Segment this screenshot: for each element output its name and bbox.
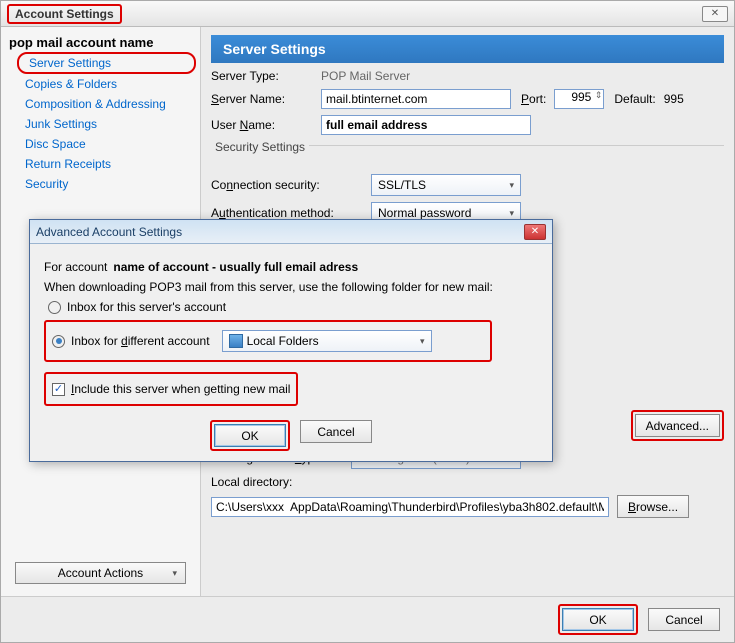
server-name-label: Server Name:	[211, 92, 321, 106]
security-settings-group: Security Settings Connection security: S…	[211, 145, 724, 230]
main-footer: OK Cancel	[1, 596, 734, 642]
include-server-label: Include this server when getting new mai…	[71, 382, 290, 396]
sidebar-item-copies-folders[interactable]: Copies & Folders	[5, 74, 196, 94]
advanced-account-settings-dialog: Advanced Account Settings ✕ For account …	[29, 219, 553, 462]
dialog-title-bar: Advanced Account Settings ✕	[30, 220, 552, 244]
account-actions-button[interactable]: Account Actions	[15, 562, 186, 584]
account-actions-label: Account Actions	[58, 566, 143, 580]
window-title: Account Settings	[7, 4, 122, 24]
main-ok-button[interactable]: OK	[562, 608, 634, 631]
radio-inbox-server[interactable]	[48, 301, 61, 314]
default-port-label: Default:	[614, 92, 655, 106]
auth-method-label: Authentication method:	[211, 206, 371, 220]
port-label: Port:	[521, 92, 546, 106]
dialog-ok-button[interactable]: OK	[214, 424, 286, 447]
radio-inbox-server-label: Inbox for this server's account	[67, 300, 226, 314]
include-server-highlight: Include this server when getting new mai…	[44, 372, 298, 406]
connection-security-combo[interactable]: SSL/TLS	[371, 174, 521, 196]
radio-inbox-other-label: Inbox for different account	[71, 334, 210, 348]
port-input[interactable]: 995	[554, 89, 604, 109]
main-ok-highlight: OK	[558, 604, 638, 635]
user-name-label: User Name:	[211, 118, 321, 132]
panel-header: Server Settings	[211, 35, 724, 63]
server-type-label: Server Type:	[211, 69, 321, 83]
dialog-close-icon[interactable]: ✕	[524, 224, 546, 240]
radio-inbox-other[interactable]	[52, 335, 65, 348]
sidebar-item-composition[interactable]: Composition & Addressing	[5, 94, 196, 114]
local-folders-icon	[229, 334, 243, 348]
radio-inbox-server-row[interactable]: Inbox for this server's account	[44, 298, 538, 316]
include-server-row[interactable]: Include this server when getting new mai…	[48, 380, 294, 398]
sidebar-item-disc-space[interactable]: Disc Space	[5, 134, 196, 154]
title-bar: Account Settings ✕	[1, 1, 734, 27]
sidebar-item-return-receipts[interactable]: Return Receipts	[5, 154, 196, 174]
dialog-ok-highlight: OK	[210, 420, 290, 451]
radio-inbox-other-row[interactable]: Inbox for different account Local Folder…	[48, 328, 488, 354]
dialog-cancel-button[interactable]: Cancel	[300, 420, 372, 443]
local-directory-label: Local directory:	[211, 475, 292, 489]
for-account-label: For account	[44, 260, 107, 274]
advanced-button[interactable]: Advanced...	[635, 414, 720, 437]
dialog-instructions: When downloading POP3 mail from this ser…	[44, 280, 538, 294]
dialog-buttons: OK Cancel	[44, 420, 538, 451]
close-icon[interactable]: ✕	[702, 6, 728, 22]
user-name-input[interactable]	[321, 115, 531, 135]
dialog-body: For account name of account - usually fu…	[30, 244, 552, 461]
dialog-title: Advanced Account Settings	[36, 225, 182, 239]
security-legend: Security Settings	[211, 140, 309, 154]
sidebar-account-header[interactable]: pop mail account name	[5, 33, 196, 52]
server-name-input[interactable]	[321, 89, 511, 109]
server-type-value: POP Mail Server	[321, 69, 410, 83]
default-port-value: 995	[664, 92, 684, 106]
advanced-button-highlight: Advanced...	[631, 410, 724, 441]
sidebar-item-security[interactable]: Security	[5, 174, 196, 194]
include-server-checkbox[interactable]	[52, 383, 65, 396]
radio-other-highlight: Inbox for different account Local Folder…	[44, 320, 492, 362]
account-settings-window: Account Settings ✕ pop mail account name…	[0, 0, 735, 643]
main-cancel-button[interactable]: Cancel	[648, 608, 720, 631]
for-account-value: name of account - usually full email adr…	[113, 260, 358, 274]
other-account-combo[interactable]: Local Folders	[222, 330, 432, 352]
sidebar-item-server-settings[interactable]: Server Settings	[17, 52, 196, 74]
local-directory-input[interactable]	[211, 497, 609, 517]
browse-button[interactable]: Browse...	[617, 495, 689, 518]
sidebar-item-junk[interactable]: Junk Settings	[5, 114, 196, 134]
connection-security-label: Connection security:	[211, 178, 371, 192]
